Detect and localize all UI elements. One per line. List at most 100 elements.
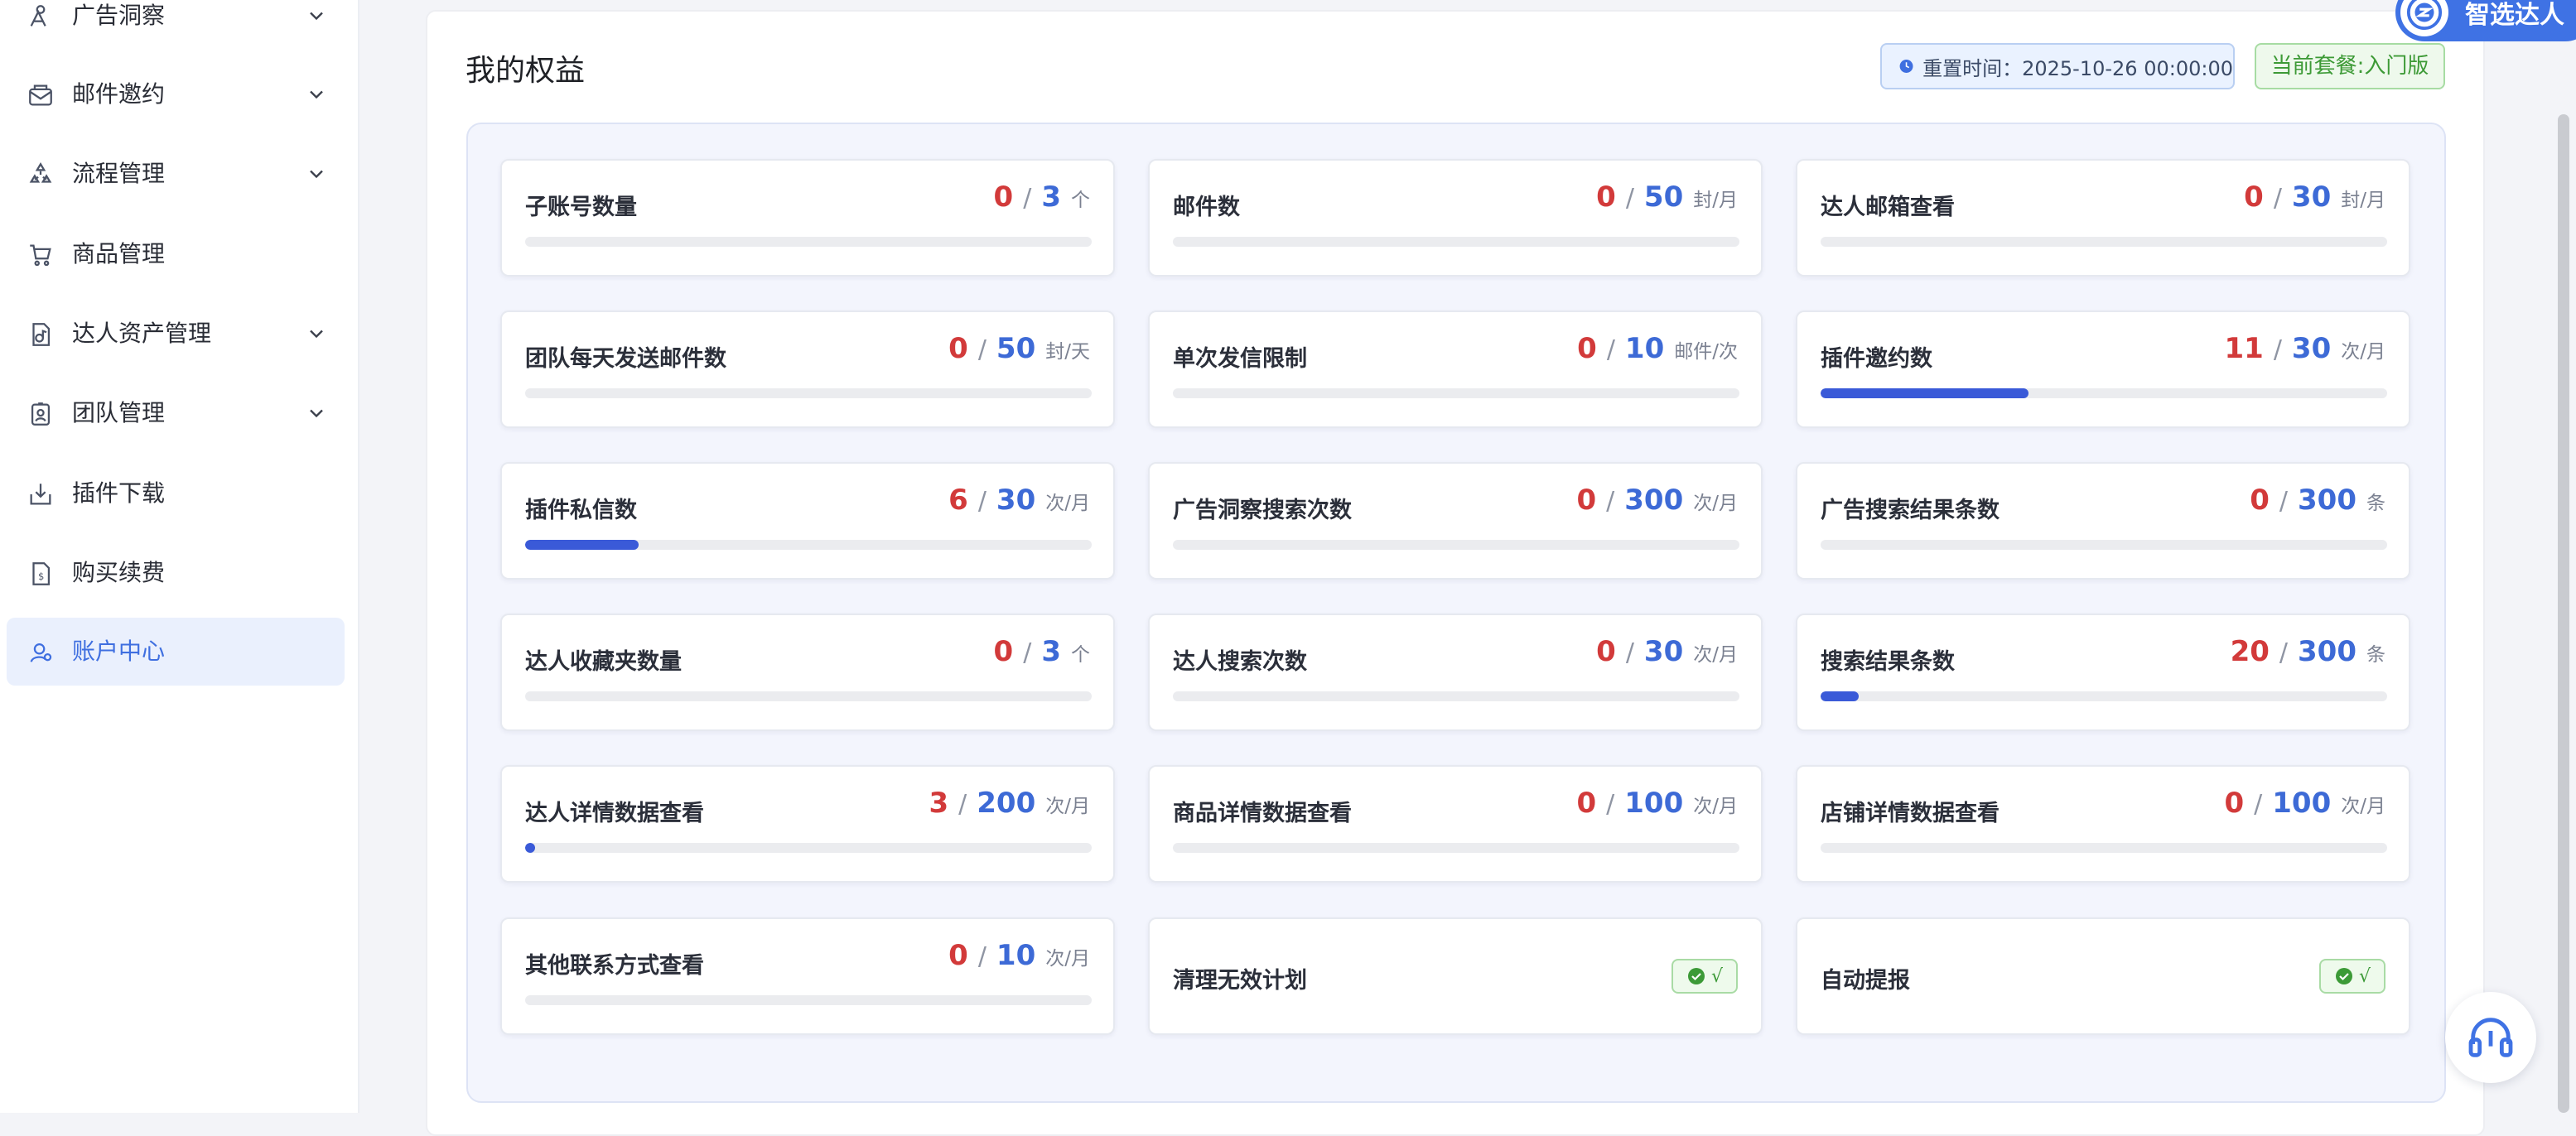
brand-badge[interactable]: 智选达人 — [2395, 0, 2576, 41]
stat-unit: 个 — [1071, 190, 1090, 211]
stat-total: 30 — [2291, 332, 2332, 365]
sidebar: 广告洞察 邮件邀约 流程管理 商品管理 达人资产管理 团队管理 插件下载 $ 购… — [0, 0, 359, 1113]
stat-emails: 邮件数 0/50 封/月 — [1148, 159, 1763, 277]
team-icon — [27, 400, 55, 428]
progress-bar — [525, 540, 1092, 550]
sidebar-item-assets[interactable]: 达人资产管理 — [7, 300, 345, 368]
sidebar-item-label: 插件下载 — [72, 479, 166, 507]
check-circle-icon — [2335, 968, 2352, 984]
stat-label: 单次发信限制 — [1173, 346, 1307, 372]
stat-total: 50 — [996, 332, 1036, 365]
chevron-down-icon — [305, 4, 328, 27]
sidebar-item-label: 购买续费 — [72, 559, 166, 586]
account-icon — [27, 638, 55, 667]
stat-creator-details: 达人详情数据查看 3/200 次/月 — [500, 765, 1115, 883]
stat-unit: 次/月 — [1693, 796, 1738, 817]
progress-fill — [525, 540, 639, 550]
stat-label: 自动提报 — [1821, 968, 1910, 994]
stat-used: 0 — [948, 332, 968, 365]
progress-fill — [1821, 388, 2028, 398]
progress-bar — [1821, 843, 2387, 853]
stat-plugin-dms: 插件私信数 6/30 次/月 — [500, 462, 1115, 580]
stat-product-details: 商品详情数据查看 0/100 次/月 — [1148, 765, 1763, 883]
stat-used: 11 — [2224, 332, 2264, 365]
purchase-icon: $ — [27, 560, 55, 588]
sidebar-item-process[interactable]: 流程管理 — [7, 140, 345, 208]
sidebar-item-products[interactable]: 商品管理 — [7, 220, 345, 288]
stat-unit: 邮件/次 — [1674, 341, 1738, 363]
sidebar-item-label: 账户中心 — [72, 638, 166, 665]
stat-unit: 封/天 — [1045, 341, 1090, 363]
stat-label: 达人详情数据查看 — [525, 801, 704, 826]
stat-unit: 条 — [2366, 493, 2385, 514]
stat-used: 0 — [2250, 484, 2270, 517]
progress-bar — [1173, 388, 1739, 398]
stat-label: 达人搜索次数 — [1173, 649, 1307, 675]
progress-bar — [525, 388, 1092, 398]
sidebar-item-mail[interactable]: 邮件邀约 — [7, 60, 345, 128]
progress-bar — [1821, 237, 2387, 247]
stat-total: 100 — [2272, 787, 2332, 820]
stat-used: 0 — [1577, 332, 1597, 365]
stat-total: 10 — [996, 939, 1036, 972]
check-circle-icon — [1687, 968, 1705, 984]
stat-total: 300 — [2298, 484, 2357, 517]
stat-total: 100 — [1624, 787, 1684, 820]
stat-single-send-limit: 单次发信限制 0/10 邮件/次 — [1148, 310, 1763, 428]
stat-label: 广告洞察搜索次数 — [1173, 498, 1352, 523]
headset-icon — [2468, 1018, 2513, 1057]
sidebar-item-ad-insight[interactable]: 广告洞察 — [7, 0, 345, 50]
page-title: 我的权益 — [466, 54, 586, 88]
stat-used: 3 — [929, 787, 949, 820]
stat-unit: 次/月 — [1045, 493, 1090, 514]
stat-unit: 条 — [2366, 644, 2385, 666]
asset-icon — [27, 320, 55, 349]
sidebar-item-label: 商品管理 — [72, 240, 166, 267]
stat-total: 50 — [1643, 181, 1684, 214]
progress-bar — [1821, 388, 2387, 398]
stat-used: 20 — [2230, 635, 2270, 668]
stat-other-contacts: 其他联系方式查看 0/10 次/月 — [500, 917, 1115, 1035]
mail-icon — [27, 81, 55, 109]
stat-used: 0 — [993, 635, 1014, 668]
progress-fill — [1821, 691, 1859, 701]
progress-bar — [1821, 540, 2387, 550]
stat-label: 邮件数 — [1173, 195, 1240, 220]
ad-insight-icon — [27, 2, 55, 31]
sidebar-item-account-center[interactable]: 账户中心 — [7, 618, 345, 686]
stat-label: 子账号数量 — [525, 195, 637, 220]
current-plan-badge: 当前套餐:入门版 — [2255, 43, 2445, 89]
stat-unit: 次/月 — [1045, 796, 1090, 817]
sidebar-item-label: 团队管理 — [72, 399, 166, 426]
sidebar-item-team[interactable]: 团队管理 — [7, 379, 345, 447]
stat-used: 0 — [2244, 181, 2264, 214]
progress-bar — [525, 691, 1092, 701]
stat-creator-email-view: 达人邮箱查看 0/30 封/月 — [1796, 159, 2410, 277]
stat-unit: 次/月 — [1693, 493, 1738, 514]
stat-unit: 封/月 — [1693, 190, 1738, 211]
feature-auto-submit: 自动提报 √ — [1796, 917, 2410, 1035]
customer-support-button[interactable] — [2445, 992, 2536, 1083]
chevron-down-icon — [305, 402, 328, 425]
stat-total: 200 — [977, 787, 1036, 820]
progress-bar — [1173, 691, 1739, 701]
cart-icon — [27, 241, 55, 269]
enabled-badge: √ — [1672, 959, 1738, 994]
stat-used: 0 — [1576, 484, 1597, 517]
sidebar-item-plugin-download[interactable]: 插件下载 — [7, 460, 345, 527]
stat-used: 0 — [1596, 181, 1616, 214]
stat-label: 广告搜索结果条数 — [1821, 498, 2000, 523]
stat-unit: 次/月 — [1693, 644, 1738, 666]
chevron-down-icon — [305, 322, 328, 345]
sidebar-item-purchase[interactable]: $ 购买续费 — [7, 539, 345, 607]
download-icon — [27, 480, 55, 508]
scrollbar[interactable] — [2558, 114, 2569, 1113]
stat-label: 搜索结果条数 — [1821, 649, 1955, 675]
stat-creator-searches: 达人搜索次数 0/30 次/月 — [1148, 614, 1763, 731]
stat-label: 达人收藏夹数量 — [525, 649, 682, 675]
stat-label: 店铺详情数据查看 — [1821, 801, 2000, 826]
stat-label: 其他联系方式查看 — [525, 953, 704, 979]
feature-clean-invalid-plans: 清理无效计划 √ — [1148, 917, 1763, 1035]
progress-bar — [525, 995, 1092, 1005]
stat-plugin-invites: 插件邀约数 11/30 次/月 — [1796, 310, 2410, 428]
